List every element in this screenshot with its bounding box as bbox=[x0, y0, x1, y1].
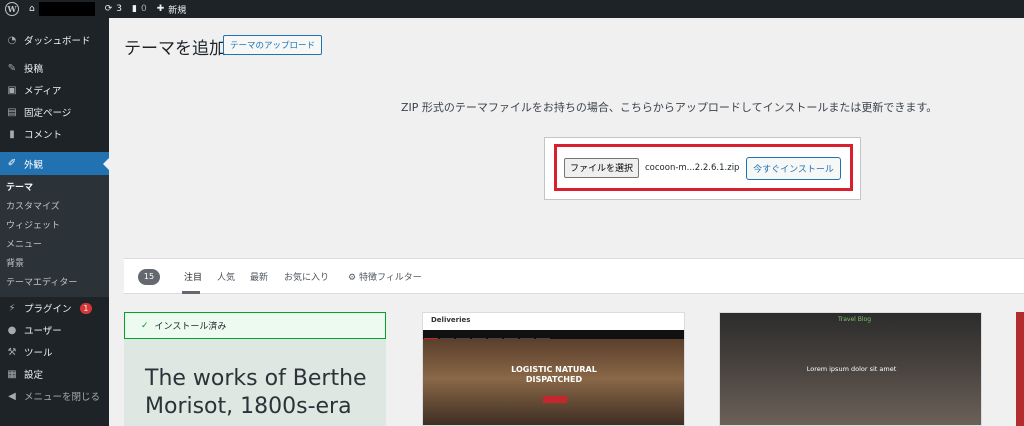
check-icon: ✓ bbox=[141, 320, 149, 331]
theme-preview-brand: Travel Blog bbox=[838, 316, 872, 323]
admin-bar: W ⌂ ⟳ 3 ▮ 0 ✚ 新規 bbox=[0, 0, 1024, 18]
theme-count-badge: 15 bbox=[138, 269, 160, 285]
sidebar-item-plugins[interactable]: ⚡ プラグイン 1 bbox=[0, 297, 109, 319]
settings-icon: ▦ bbox=[7, 368, 17, 380]
theme-card-logistics[interactable]: Deliveries LOGISTIC NATURAL DISPATCHED bbox=[422, 312, 685, 426]
updates-count: 3 bbox=[116, 4, 122, 14]
gear-icon: ⚙ bbox=[348, 273, 357, 283]
sidebar-item-comments[interactable]: ▮ コメント bbox=[0, 123, 109, 145]
collapse-menu-label: メニューを閉じる bbox=[24, 392, 101, 403]
theme-preview-headline: LOGISTIC NATURAL DISPATCHED bbox=[511, 365, 597, 384]
install-now-button[interactable]: 今すぐインストール bbox=[746, 157, 841, 180]
submenu-item-widgets[interactable]: ウィジェット bbox=[0, 217, 109, 236]
dashboard-icon: ◔ bbox=[7, 34, 17, 46]
tab-featured[interactable]: 注目 bbox=[184, 270, 202, 283]
feature-filter-label: 特徴フィルター bbox=[358, 273, 422, 283]
sidebar-item-label: 投稿 bbox=[24, 64, 44, 75]
new-label: 新規 bbox=[168, 5, 187, 16]
theme-card-partial[interactable] bbox=[1016, 312, 1024, 426]
wrench-icon: ⚒ bbox=[7, 346, 17, 358]
theme-preview-header: Deliveries bbox=[423, 313, 684, 330]
comments-button[interactable]: ▮ 0 bbox=[127, 0, 152, 18]
redacted-site-name bbox=[38, 2, 95, 16]
selected-file-name: cocoon-m...2.2.6.1.zip bbox=[645, 163, 740, 173]
comment-icon: ▮ bbox=[9, 128, 15, 140]
pin-icon: ✎ bbox=[7, 62, 17, 74]
media-icon: ▣ bbox=[7, 84, 17, 96]
wordpress-logo-button[interactable]: W bbox=[0, 0, 24, 18]
home-icon: ⌂ bbox=[29, 4, 35, 14]
appearance-submenu: テーマ カスタマイズ ウィジェット メニュー 背景 テーマエディター bbox=[0, 175, 109, 297]
submenu-item-background[interactable]: 背景 bbox=[0, 255, 109, 274]
sidebar-item-label: プラグイン bbox=[24, 304, 72, 315]
sidebar-item-label: 設定 bbox=[24, 370, 44, 381]
sidebar-item-users[interactable]: ● ユーザー bbox=[0, 319, 109, 341]
tab-favorites[interactable]: お気に入り bbox=[284, 270, 329, 283]
user-icon: ● bbox=[7, 324, 17, 336]
plugin-update-badge: 1 bbox=[79, 302, 93, 314]
sidebar-item-label: ユーザー bbox=[24, 326, 62, 337]
plus-icon: ✚ bbox=[156, 4, 165, 14]
plugin-icon: ⚡ bbox=[8, 302, 16, 314]
admin-sidebar: ◔ ダッシュボード ✎ 投稿 ▣ メディア ▤ 固定ページ ▮ コメント ✐ 外… bbox=[0, 18, 109, 426]
site-name-button[interactable]: ⌂ bbox=[24, 0, 100, 18]
comment-icon: ▮ bbox=[132, 4, 137, 14]
submenu-item-themes[interactable]: テーマ bbox=[0, 179, 109, 198]
upload-theme-button[interactable]: テーマのアップロード bbox=[223, 35, 323, 55]
sidebar-item-label: 固定ページ bbox=[24, 108, 72, 119]
theme-card-travel[interactable]: Travel Blog Lorem ipsum dolor sit amet bbox=[719, 312, 982, 426]
wordpress-icon: W bbox=[5, 2, 19, 16]
sidebar-item-settings[interactable]: ▦ 設定 bbox=[0, 363, 109, 385]
new-content-button[interactable]: ✚ 新規 bbox=[152, 0, 192, 18]
sidebar-item-posts[interactable]: ✎ 投稿 bbox=[0, 57, 109, 79]
theme-preview-title: The works of Berthe Morisot, 1800s-era bbox=[145, 366, 367, 419]
upload-description: ZIP 形式のテーマファイルをお持ちの場合、こちらからアップロードしてインストー… bbox=[401, 101, 938, 114]
collapse-arrow-icon: ◀ bbox=[8, 390, 16, 402]
active-tab-indicator bbox=[182, 291, 200, 294]
theme-preview-cta bbox=[543, 396, 567, 403]
feature-filter-button[interactable]: ⚙ 特徴フィルター bbox=[348, 270, 422, 283]
installed-notice: ✓ インストール済み bbox=[124, 312, 386, 339]
choose-file-button[interactable]: ファイルを選択 bbox=[564, 158, 640, 178]
theme-preview-brand: Deliveries bbox=[431, 316, 471, 324]
sidebar-item-label: メディア bbox=[24, 86, 62, 97]
sidebar-item-pages[interactable]: ▤ 固定ページ bbox=[0, 101, 109, 123]
submenu-item-customize[interactable]: カスタマイズ bbox=[0, 198, 109, 217]
sidebar-item-appearance[interactable]: ✐ 外観 bbox=[0, 152, 109, 175]
theme-preview-nav bbox=[423, 330, 684, 343]
sidebar-item-label: 外観 bbox=[24, 159, 44, 171]
updates-button[interactable]: ⟳ 3 bbox=[100, 0, 127, 18]
installed-label: インストール済み bbox=[154, 322, 227, 332]
page-title: テーマを追加 bbox=[124, 39, 226, 59]
tab-latest[interactable]: 最新 bbox=[250, 270, 268, 283]
submenu-item-theme-editor[interactable]: テーマエディター bbox=[0, 274, 109, 293]
page-icon: ▤ bbox=[7, 106, 17, 118]
sidebar-item-tools[interactable]: ⚒ ツール bbox=[0, 341, 109, 363]
theme-filter-bar: 15 注目 人気 最新 お気に入り ⚙ 特徴フィルター bbox=[124, 258, 1024, 294]
sidebar-item-dashboard[interactable]: ◔ ダッシュボード bbox=[0, 29, 109, 51]
sidebar-item-media[interactable]: ▣ メディア bbox=[0, 79, 109, 101]
sidebar-item-label: ダッシュボード bbox=[24, 36, 91, 47]
theme-preview-headline: Lorem ipsum dolor sit amet bbox=[806, 365, 897, 373]
tab-popular[interactable]: 人気 bbox=[217, 270, 235, 283]
sidebar-item-label: コメント bbox=[24, 130, 63, 141]
comments-count: 0 bbox=[140, 4, 147, 14]
brush-icon: ✐ bbox=[7, 158, 17, 169]
submenu-item-menus[interactable]: メニュー bbox=[0, 236, 109, 255]
theme-card-installed[interactable]: ✓ インストール済み The works of Berthe Morisot, … bbox=[124, 312, 386, 426]
sidebar-item-label: ツール bbox=[24, 348, 53, 359]
refresh-icon: ⟳ bbox=[104, 4, 113, 14]
collapse-menu-button[interactable]: ◀ メニューを閉じる bbox=[0, 385, 109, 407]
